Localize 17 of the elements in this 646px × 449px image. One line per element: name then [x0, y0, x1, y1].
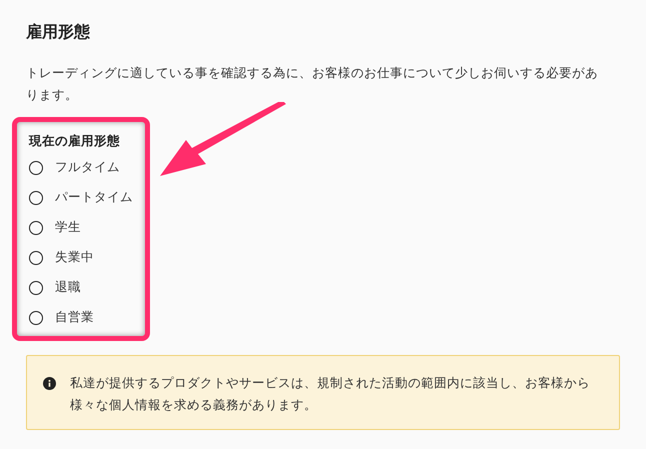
option-label[interactable]: 自営業	[55, 308, 94, 327]
field-label: 現在の雇用形態	[29, 132, 120, 150]
description-text: トレーディングに適している事を確認する為に、お客様のお仕事について少しお伺いする必要があります。	[26, 64, 599, 104]
notice-text: 私達が提供するプロダクトやサービスは、規制された活動の範囲内に該当し、お客様から様々な個人情報を求める義務があります。	[70, 374, 591, 414]
radio-button[interactable]	[29, 250, 43, 264]
radio-button[interactable]	[29, 310, 43, 324]
radio-button[interactable]	[29, 160, 43, 174]
option-label[interactable]: 失業中	[55, 248, 94, 267]
option-label[interactable]: パートタイム	[55, 188, 133, 207]
radio-button[interactable]	[29, 220, 43, 234]
radio-button[interactable]	[29, 280, 43, 294]
section-heading: 雇用形態	[26, 22, 90, 42]
option-label[interactable]: 退職	[55, 278, 81, 297]
radio-button[interactable]	[29, 190, 43, 204]
info-icon	[43, 377, 56, 390]
option-label[interactable]: 学生	[55, 218, 81, 237]
option-label[interactable]: フルタイム	[55, 158, 120, 177]
